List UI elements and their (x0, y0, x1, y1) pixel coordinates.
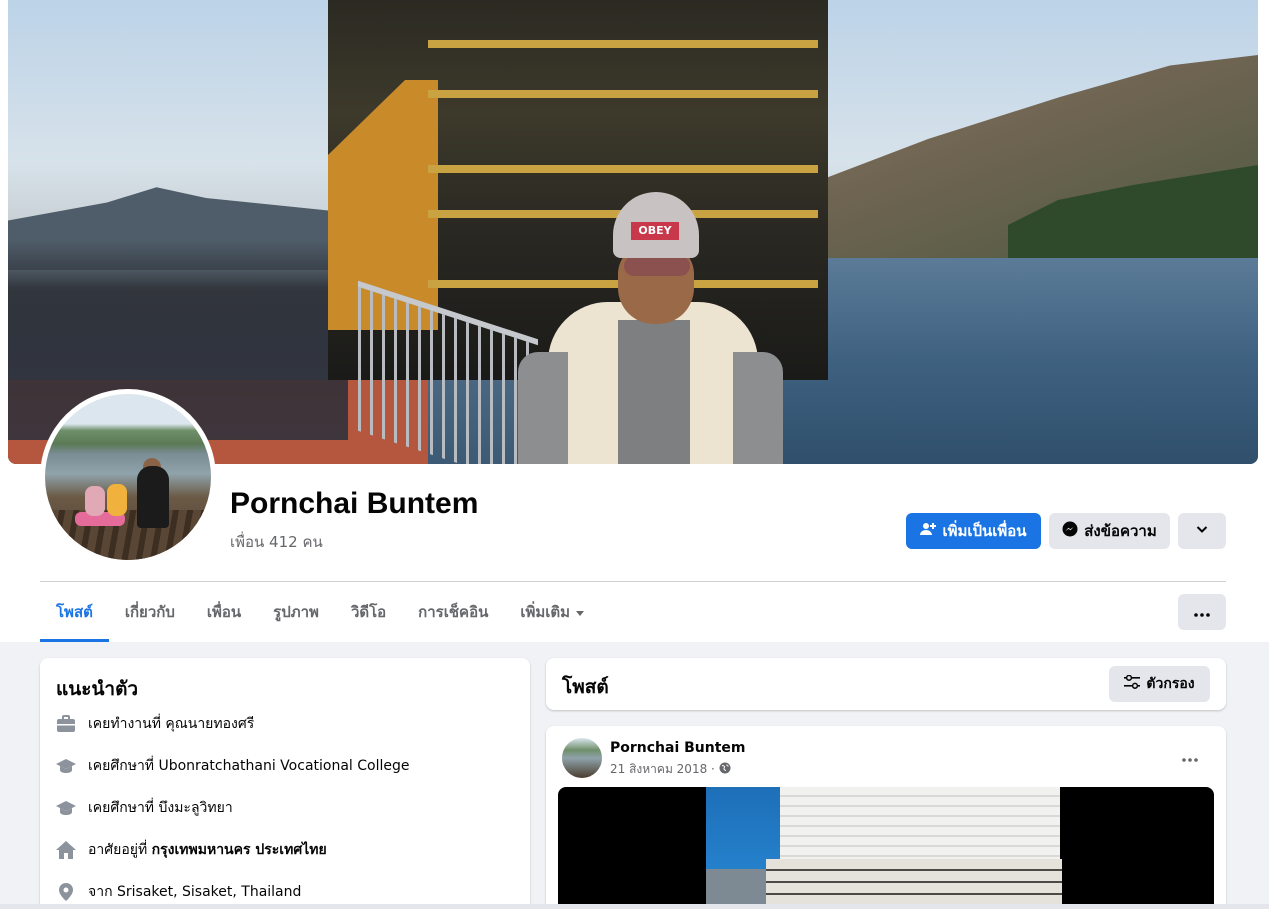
add-friend-button[interactable]: เพิ่มเป็นเพื่อน (906, 513, 1041, 549)
intro-item-bold[interactable]: กรุงเทพมหานคร ประเทศไทย (152, 842, 327, 858)
intro-title: แนะนำตัว (56, 678, 139, 700)
briefcase-icon (56, 714, 76, 734)
intro-item-education: เคยศึกษาที่ Ubonratchathani Vocational C… (56, 755, 410, 777)
messenger-icon (1062, 521, 1078, 541)
person-sunglasses (624, 256, 690, 276)
tab-label: โพสต์ (56, 603, 93, 621)
ellipsis-icon (1182, 747, 1198, 766)
posts-header-card: โพสต์ ตัวกรอง (546, 658, 1226, 710)
tab-checkins[interactable]: การเช็คอิน (402, 582, 504, 642)
post-meta: 21 สิงหาคม 2018 · (610, 760, 731, 779)
intro-item-education: เคยศึกษาที่ บึงมะลูวิทยา (56, 797, 233, 819)
profile-more-button[interactable] (1178, 513, 1226, 549)
add-friend-label: เพิ่มเป็นเพื่อน (942, 522, 1027, 540)
tab-photos[interactable]: รูปภาพ (257, 582, 335, 642)
profile-name: Pornchai Buntem (230, 487, 479, 520)
post-date[interactable]: 21 สิงหาคม 2018 · (610, 760, 715, 779)
intro-card: แนะนำตัว เคยทำงานที่ คุณนายทองศรี เคยศึก… (40, 658, 530, 909)
person-arm (733, 352, 783, 464)
posts-title: โพสต์ (562, 676, 609, 698)
intro-item-text: เคยศึกษาที่ บึงมะลูวิทยา (88, 800, 233, 816)
avatar-child (85, 486, 105, 516)
message-button[interactable]: ส่งข้อความ (1049, 513, 1170, 549)
intro-item-text: อาศัยอยู่ที่ กรุงเทพมหานคร ประเทศไทย (88, 839, 327, 861)
viewport-bottom-edge (0, 904, 1269, 909)
tab-label: เกี่ยวกับ (124, 603, 175, 621)
tab-label: รูปภาพ (273, 603, 319, 621)
tab-label: เพิ่มเติม (520, 603, 571, 621)
globe-icon (719, 762, 731, 777)
tab-friends[interactable]: เพื่อน (191, 582, 257, 642)
ship-deck (428, 40, 818, 48)
intro-item-text: จาก Srisaket, Sisaket, Thailand (88, 884, 302, 900)
cover-photo[interactable]: OBEY (8, 0, 1258, 464)
post-author-avatar[interactable] (562, 738, 602, 778)
tab-videos[interactable]: วิดีโอ (335, 582, 402, 642)
intro-item-text: เคยศึกษาที่ Ubonratchathani Vocational C… (88, 758, 410, 774)
post-options-button[interactable] (1174, 744, 1206, 768)
ship-deck (428, 90, 818, 98)
intro-item-work: เคยทำงานที่ คุณนายทองศรี (56, 713, 254, 735)
beanie-label: OBEY (631, 222, 679, 240)
add-friend-icon (920, 521, 937, 541)
chevron-down-icon (1195, 522, 1209, 540)
post-author-name[interactable]: Pornchai Buntem (610, 740, 746, 756)
intro-item-hometown: จาก Srisaket, Sisaket, Thailand (56, 881, 301, 903)
person-shirt (618, 320, 690, 464)
message-label: ส่งข้อความ (1084, 522, 1157, 540)
post-image-bricks (766, 859, 1062, 909)
person-arm (518, 352, 568, 464)
ship-deck (428, 165, 818, 173)
tab-about[interactable]: เกี่ยวกับ (109, 582, 191, 642)
filter-icon (1124, 674, 1141, 693)
intro-item-lives-in: อาศัยอยู่ที่ กรุงเทพมหานคร ประเทศไทย (56, 839, 327, 861)
profile-tabs: โพสต์ เกี่ยวกับ เพื่อน รูปภาพ วิดีโอ การ… (40, 582, 600, 642)
tab-label: การเช็คอิน (418, 603, 489, 621)
filter-label: ตัวกรอง (1146, 676, 1195, 692)
avatar-boardwalk (45, 510, 211, 560)
tab-label: วิดีโอ (350, 603, 387, 621)
tabs-more-options-button[interactable] (1178, 594, 1226, 630)
tab-label: เพื่อน (206, 603, 242, 621)
intro-item-text: เคยทำงานที่ คุณนายทองศรี (88, 716, 255, 732)
graduation-cap-icon (56, 798, 76, 818)
avatar-child (107, 484, 127, 516)
tab-more[interactable]: เพิ่มเติม (504, 582, 600, 642)
ellipsis-icon (1194, 603, 1210, 621)
location-pin-icon (56, 882, 76, 902)
cover-lake (758, 258, 1258, 464)
filter-button[interactable]: ตัวกรอง (1109, 666, 1210, 702)
post-card: Pornchai Buntem 21 สิงหาคม 2018 · (546, 726, 1226, 909)
friend-count[interactable]: เพื่อน 412 คน (230, 530, 323, 554)
avatar-man (137, 466, 169, 528)
graduation-cap-icon (56, 756, 76, 776)
intro-item-prefix: อาศัยอยู่ที่ (88, 842, 152, 858)
person-beanie: OBEY (613, 192, 699, 258)
home-icon (56, 840, 76, 860)
cover-person: OBEY (518, 192, 783, 464)
post-image[interactable] (558, 787, 1214, 909)
tab-posts[interactable]: โพสต์ (40, 582, 109, 642)
profile-avatar[interactable] (45, 394, 211, 560)
caret-down-icon (576, 610, 585, 616)
